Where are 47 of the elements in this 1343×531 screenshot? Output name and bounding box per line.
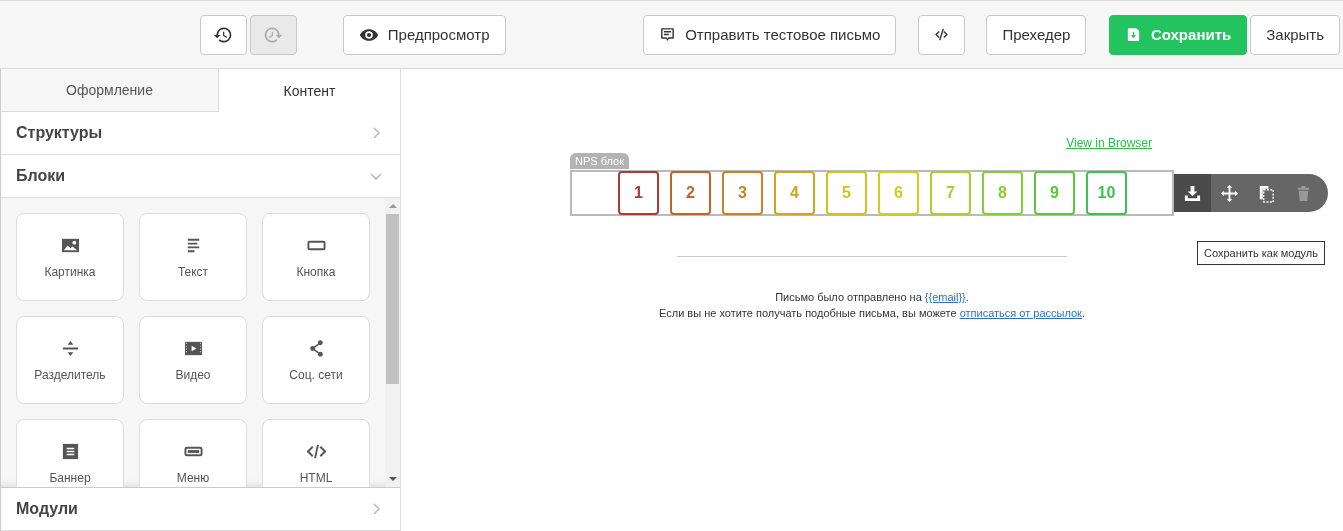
banner-icon [60,441,80,461]
panel-tab[interactable]: Оформление [1,69,219,112]
code-icon [932,26,950,43]
block-label: Соц. сети [289,367,343,382]
download-tray-icon [1183,183,1202,203]
block-card[interactable]: Текст [139,213,247,301]
block-card[interactable]: Видео [139,316,247,404]
footer-link[interactable]: {{email}} [924,291,966,303]
footer-link[interactable]: отписаться от рассылок [959,307,1082,319]
move-icon [1220,183,1239,203]
block-label: Видео [175,367,211,382]
score-button[interactable]: 1 [618,171,659,215]
footer-text: Письмо было отправлено на {{email}}. [775,290,969,305]
scrollbar[interactable] [385,198,400,487]
block-card[interactable]: Разделитель [16,316,124,404]
block-card[interactable]: HTML [262,419,370,487]
block-tag: NPS блок [570,153,629,169]
undo-button[interactable] [200,14,247,55]
plain-button[interactable]: Прехедер [986,14,1087,55]
block-label: HTML [299,470,333,485]
block-card[interactable]: Кнопка [262,213,370,301]
plain-button[interactable]: Закрыть [1250,14,1340,55]
section-header[interactable]: Модули [1,488,400,531]
divider-icon [60,338,80,358]
copy-icon [1257,183,1276,203]
block-label: Текст [177,264,209,279]
chevron-right-icon [370,503,382,515]
block-card[interactable]: Соц. сети [262,316,370,404]
footer-text: Если вы не хотите получать подобные письма, вы можете отписаться от рассылок. [659,306,1085,321]
nps-block[interactable]: 1 2 3 4 5 6 7 8 9 10 [570,170,1174,216]
block-label: Кнопка [296,264,336,279]
chevron-down-icon [370,170,382,182]
block-label: Меню [176,470,210,485]
section-header[interactable]: Структуры [1,112,400,155]
code-button[interactable] [918,14,965,55]
score-button[interactable]: 2 [670,171,711,215]
chevron-right-icon [370,127,382,139]
test-button[interactable]: Отправить тестовое письмо [643,14,897,55]
block-label: Разделитель [34,367,106,382]
block-card[interactable]: Баннер [16,419,124,487]
tooltip: Сохранить как модуль [1197,241,1326,265]
block-card[interactable]: Меню [139,419,247,487]
block-label: Баннер [49,470,91,485]
block-label: Картинка [44,264,96,279]
block-card[interactable]: Картинка [16,213,124,301]
message-icon [659,26,677,43]
preview-button[interactable]: Предпросмотр [342,14,506,55]
